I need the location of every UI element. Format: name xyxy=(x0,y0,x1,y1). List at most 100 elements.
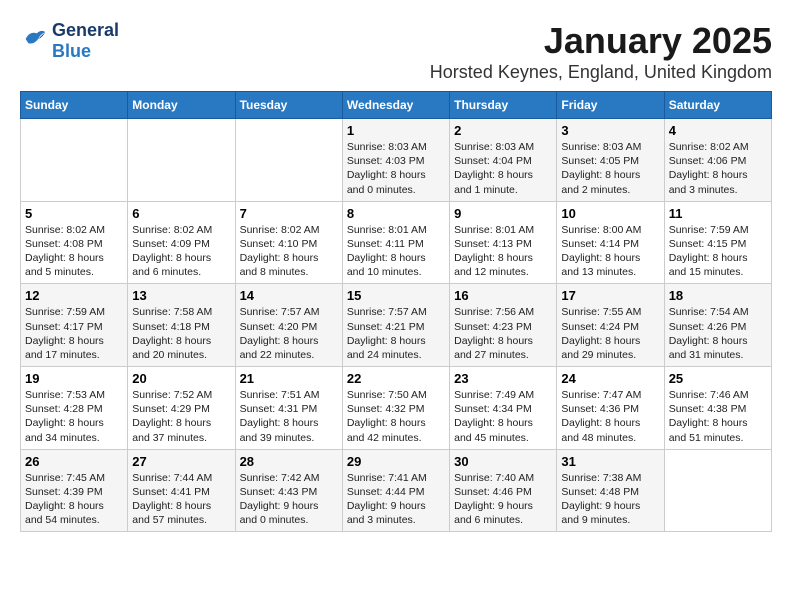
day-number: 5 xyxy=(25,206,123,221)
calendar-cell xyxy=(235,119,342,202)
day-info: Sunrise: 7:59 AM Sunset: 4:17 PM Dayligh… xyxy=(25,305,123,362)
calendar-cell: 28 Sunrise: 7:42 AM Sunset: 4:43 PM Dayli… xyxy=(235,449,342,532)
calendar-cell xyxy=(128,119,235,202)
calendar-cell: 16Sunrise: 7:56 AM Sunset: 4:23 PM Dayli… xyxy=(450,284,557,367)
calendar-cell: 3 Sunrise: 8:03 AM Sunset: 4:05 PM Daylig… xyxy=(557,119,664,202)
calendar-week-1: 1 Sunrise: 8:03 AM Sunset: 4:03 PM Daylig… xyxy=(21,119,772,202)
weekday-header-saturday: Saturday xyxy=(664,92,771,119)
calendar-cell: 7 Sunrise: 8:02 AM Sunset: 4:10 PM Daylig… xyxy=(235,201,342,284)
day-number: 4 xyxy=(669,123,767,138)
day-number: 15 xyxy=(347,288,445,303)
page-header: General Blue January 2025 Horsted Keynes… xyxy=(20,20,772,83)
calendar-cell: 18Sunrise: 7:54 AM Sunset: 4:26 PM Dayli… xyxy=(664,284,771,367)
page-title: January 2025 xyxy=(430,20,772,62)
calendar-cell: 5 Sunrise: 8:02 AM Sunset: 4:08 PM Daylig… xyxy=(21,201,128,284)
day-number: 1 xyxy=(347,123,445,138)
weekday-header-friday: Friday xyxy=(557,92,664,119)
weekday-header-monday: Monday xyxy=(128,92,235,119)
day-info: Sunrise: 8:01 AM Sunset: 4:13 PM Dayligh… xyxy=(454,223,552,280)
calendar-cell: 14 Sunrise: 7:57 AM Sunset: 4:20 PM Dayli… xyxy=(235,284,342,367)
day-info: Sunrise: 7:57 AM Sunset: 4:21 PM Dayligh… xyxy=(347,305,445,362)
day-info: Sunrise: 8:02 AM Sunset: 4:09 PM Dayligh… xyxy=(132,223,230,280)
day-info: Sunrise: 8:01 AM Sunset: 4:11 PM Dayligh… xyxy=(347,223,445,280)
calendar-cell: 10 Sunrise: 8:00 AM Sunset: 4:14 PM Dayli… xyxy=(557,201,664,284)
day-number: 19 xyxy=(25,371,123,386)
calendar-cell: 30Sunrise: 7:40 AM Sunset: 4:46 PM Dayli… xyxy=(450,449,557,532)
day-info: Sunrise: 7:50 AM Sunset: 4:32 PM Dayligh… xyxy=(347,388,445,445)
day-info: Sunrise: 7:53 AM Sunset: 4:28 PM Dayligh… xyxy=(25,388,123,445)
day-number: 25 xyxy=(669,371,767,386)
calendar-week-2: 5 Sunrise: 8:02 AM Sunset: 4:08 PM Daylig… xyxy=(21,201,772,284)
day-info: Sunrise: 7:57 AM Sunset: 4:20 PM Dayligh… xyxy=(240,305,338,362)
calendar-cell: 13 Sunrise: 7:58 AM Sunset: 4:18 PM Dayli… xyxy=(128,284,235,367)
day-number: 22 xyxy=(347,371,445,386)
day-info: Sunrise: 7:55 AM Sunset: 4:24 PM Dayligh… xyxy=(561,305,659,362)
calendar-cell: 19 Sunrise: 7:53 AM Sunset: 4:28 PM Dayli… xyxy=(21,367,128,450)
day-number: 6 xyxy=(132,206,230,221)
day-number: 12 xyxy=(25,288,123,303)
day-info: Sunrise: 7:47 AM Sunset: 4:36 PM Dayligh… xyxy=(561,388,659,445)
day-info: Sunrise: 7:41 AM Sunset: 4:44 PM Dayligh… xyxy=(347,471,445,528)
calendar-table: SundayMondayTuesdayWednesdayThursdayFrid… xyxy=(20,91,772,532)
day-info: Sunrise: 7:38 AM Sunset: 4:48 PM Dayligh… xyxy=(561,471,659,528)
day-info: Sunrise: 8:02 AM Sunset: 4:06 PM Dayligh… xyxy=(669,140,767,197)
calendar-cell: 20Sunrise: 7:52 AM Sunset: 4:29 PM Dayli… xyxy=(128,367,235,450)
day-info: Sunrise: 7:49 AM Sunset: 4:34 PM Dayligh… xyxy=(454,388,552,445)
day-number: 10 xyxy=(561,206,659,221)
day-info: Sunrise: 7:51 AM Sunset: 4:31 PM Dayligh… xyxy=(240,388,338,445)
calendar-week-3: 12 Sunrise: 7:59 AM Sunset: 4:17 PM Dayli… xyxy=(21,284,772,367)
day-number: 28 xyxy=(240,454,338,469)
day-info: Sunrise: 7:58 AM Sunset: 4:18 PM Dayligh… xyxy=(132,305,230,362)
day-number: 17 xyxy=(561,288,659,303)
day-info: Sunrise: 7:42 AM Sunset: 4:43 PM Dayligh… xyxy=(240,471,338,528)
calendar-cell: 29 Sunrise: 7:41 AM Sunset: 4:44 PM Dayli… xyxy=(342,449,449,532)
day-number: 2 xyxy=(454,123,552,138)
calendar-cell: 2 Sunrise: 8:03 AM Sunset: 4:04 PM Daylig… xyxy=(450,119,557,202)
day-number: 24 xyxy=(561,371,659,386)
day-number: 13 xyxy=(132,288,230,303)
logo: General Blue xyxy=(20,20,119,62)
day-info: Sunrise: 7:40 AM Sunset: 4:46 PM Dayligh… xyxy=(454,471,552,528)
calendar-cell: 11Sunrise: 7:59 AM Sunset: 4:15 PM Dayli… xyxy=(664,201,771,284)
day-number: 7 xyxy=(240,206,338,221)
day-info: Sunrise: 8:03 AM Sunset: 4:03 PM Dayligh… xyxy=(347,140,445,197)
day-info: Sunrise: 7:44 AM Sunset: 4:41 PM Dayligh… xyxy=(132,471,230,528)
logo-general: General xyxy=(52,20,119,41)
day-info: Sunrise: 8:00 AM Sunset: 4:14 PM Dayligh… xyxy=(561,223,659,280)
logo-blue: Blue xyxy=(52,41,119,62)
day-info: Sunrise: 7:45 AM Sunset: 4:39 PM Dayligh… xyxy=(25,471,123,528)
calendar-cell: 26 Sunrise: 7:45 AM Sunset: 4:39 PM Dayli… xyxy=(21,449,128,532)
day-number: 14 xyxy=(240,288,338,303)
day-number: 16 xyxy=(454,288,552,303)
day-info: Sunrise: 8:02 AM Sunset: 4:10 PM Dayligh… xyxy=(240,223,338,280)
logo-text: General Blue xyxy=(52,20,119,62)
day-number: 27 xyxy=(132,454,230,469)
day-number: 9 xyxy=(454,206,552,221)
day-number: 3 xyxy=(561,123,659,138)
day-number: 21 xyxy=(240,371,338,386)
calendar-cell: 17 Sunrise: 7:55 AM Sunset: 4:24 PM Dayli… xyxy=(557,284,664,367)
calendar-cell xyxy=(21,119,128,202)
day-number: 26 xyxy=(25,454,123,469)
day-number: 8 xyxy=(347,206,445,221)
calendar-cell xyxy=(664,449,771,532)
calendar-cell: 15 Sunrise: 7:57 AM Sunset: 4:21 PM Dayli… xyxy=(342,284,449,367)
calendar-cell: 31 Sunrise: 7:38 AM Sunset: 4:48 PM Dayli… xyxy=(557,449,664,532)
day-number: 29 xyxy=(347,454,445,469)
calendar-cell: 9 Sunrise: 8:01 AM Sunset: 4:13 PM Daylig… xyxy=(450,201,557,284)
day-info: Sunrise: 8:03 AM Sunset: 4:04 PM Dayligh… xyxy=(454,140,552,197)
weekday-header-thursday: Thursday xyxy=(450,92,557,119)
day-info: Sunrise: 8:02 AM Sunset: 4:08 PM Dayligh… xyxy=(25,223,123,280)
weekday-header-tuesday: Tuesday xyxy=(235,92,342,119)
calendar-cell: 4 Sunrise: 8:02 AM Sunset: 4:06 PM Daylig… xyxy=(664,119,771,202)
page-subtitle: Horsted Keynes, England, United Kingdom xyxy=(430,62,772,83)
calendar-cell: 1 Sunrise: 8:03 AM Sunset: 4:03 PM Daylig… xyxy=(342,119,449,202)
title-block: January 2025 Horsted Keynes, England, Un… xyxy=(430,20,772,83)
day-info: Sunrise: 8:03 AM Sunset: 4:05 PM Dayligh… xyxy=(561,140,659,197)
calendar-cell: 27 Sunrise: 7:44 AM Sunset: 4:41 PM Dayli… xyxy=(128,449,235,532)
day-number: 31 xyxy=(561,454,659,469)
calendar-cell: 21 Sunrise: 7:51 AM Sunset: 4:31 PM Dayli… xyxy=(235,367,342,450)
day-number: 18 xyxy=(669,288,767,303)
day-number: 23 xyxy=(454,371,552,386)
calendar-cell: 23 Sunrise: 7:49 AM Sunset: 4:34 PM Dayli… xyxy=(450,367,557,450)
